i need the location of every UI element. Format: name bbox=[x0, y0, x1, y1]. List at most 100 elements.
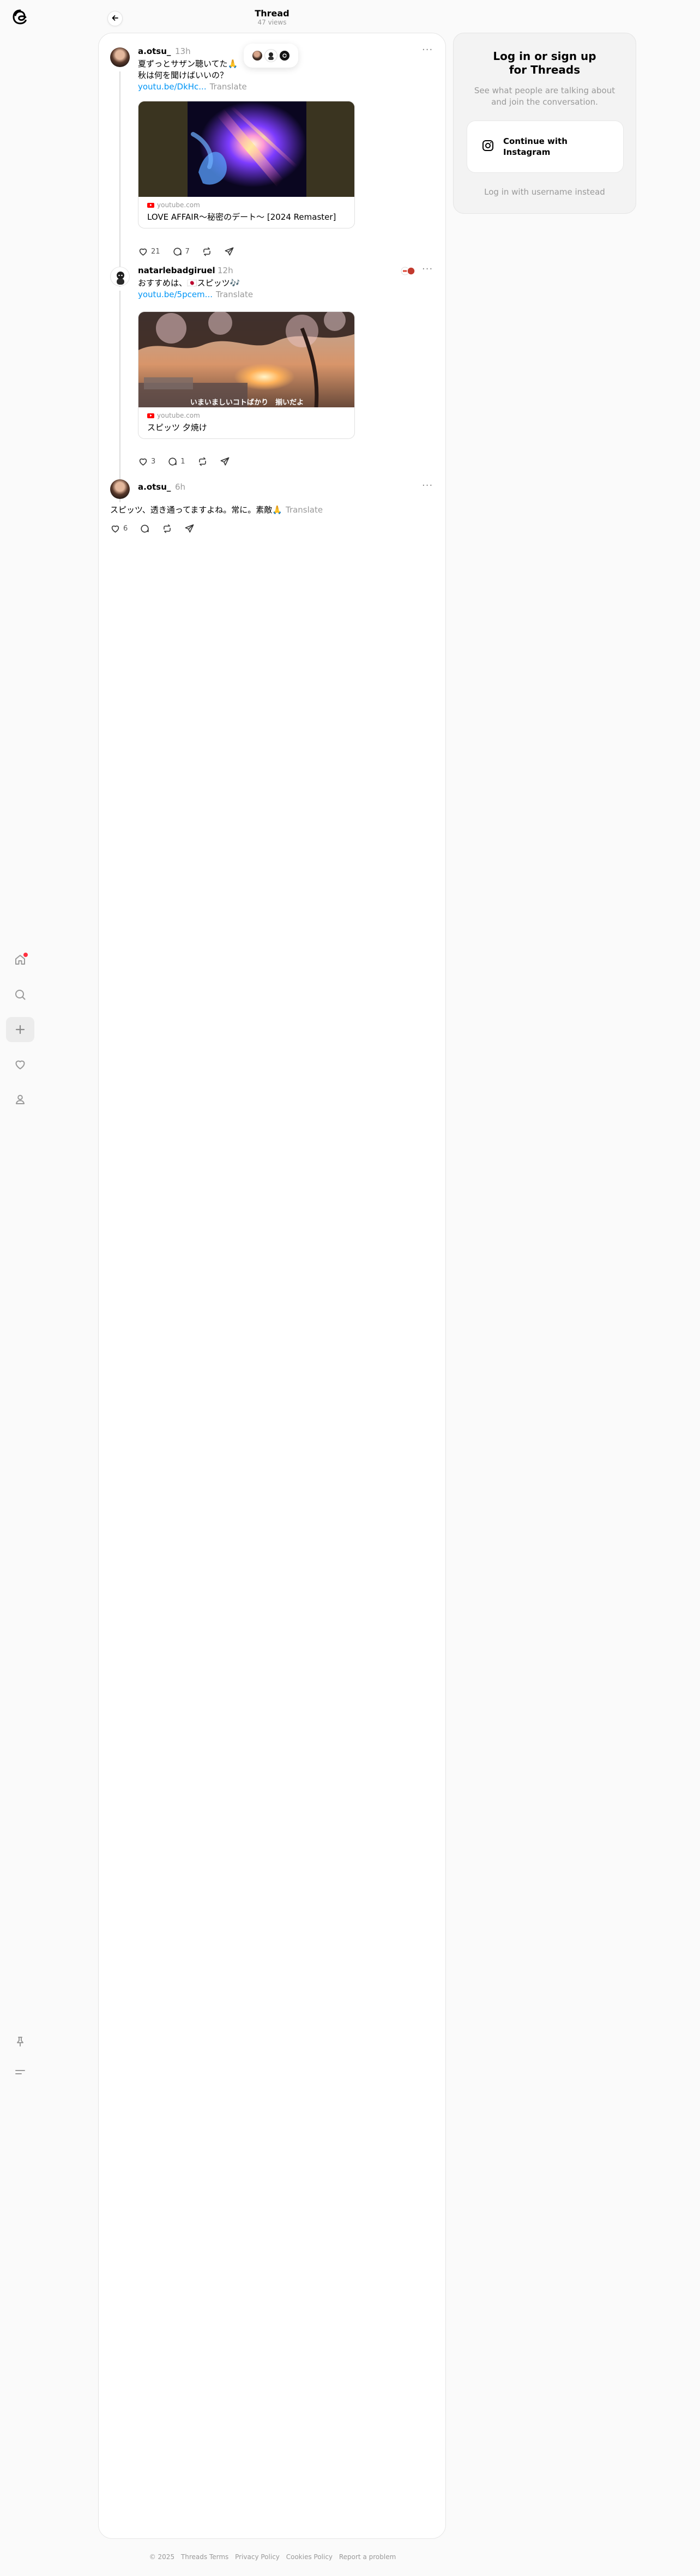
comment-icon bbox=[167, 456, 178, 467]
left-nav-rail bbox=[0, 0, 41, 2576]
heart-icon bbox=[138, 456, 148, 467]
post-time[interactable]: 13h bbox=[175, 46, 191, 56]
footer-link-report[interactable]: Report a problem bbox=[339, 2553, 396, 2561]
view-count: 47 views bbox=[257, 19, 287, 26]
post-actions: 3 1 bbox=[138, 456, 242, 467]
nav-activity-button[interactable] bbox=[6, 1052, 34, 1077]
post-text-line: 秋は何を聞けばいいの？ bbox=[138, 70, 228, 80]
repost-button[interactable] bbox=[202, 246, 212, 257]
footer-link-cookies[interactable]: Cookies Policy bbox=[286, 2553, 333, 2561]
login-panel: Log in or sign up for Threads See what p… bbox=[453, 33, 636, 214]
nav-profile-button[interactable] bbox=[6, 1087, 34, 1112]
translate-link[interactable]: Translate bbox=[210, 82, 247, 92]
instagram-icon bbox=[481, 139, 494, 154]
like-count: 6 bbox=[123, 525, 128, 533]
thumbnail-caption: いまいましいコトばかり 揃いだよ bbox=[190, 398, 304, 407]
nav-create-button[interactable] bbox=[6, 1017, 34, 1042]
translate-link[interactable]: Translate bbox=[286, 505, 323, 515]
repost-icon bbox=[202, 246, 212, 257]
reply-count: 7 bbox=[185, 248, 190, 256]
login-subtitle: See what people are talking about and jo… bbox=[474, 86, 615, 107]
nav-search-button[interactable] bbox=[6, 982, 34, 1007]
menu-button[interactable] bbox=[6, 2060, 34, 2085]
heart-icon bbox=[14, 1058, 27, 1071]
youtube-icon bbox=[147, 202, 154, 208]
repost-icon bbox=[162, 523, 172, 534]
like-count: 3 bbox=[151, 458, 156, 466]
post-time[interactable]: 6h bbox=[175, 482, 185, 492]
reply-button[interactable]: 1 bbox=[167, 456, 185, 467]
create-icon bbox=[14, 1023, 27, 1036]
video-thumbnail: いまいましいコトばかり 揃いだよ bbox=[138, 312, 354, 407]
post-username[interactable]: a.otsu_ bbox=[138, 46, 171, 56]
link-title: スピッツ 夕焼け bbox=[147, 423, 207, 432]
translate-link[interactable]: Translate bbox=[216, 290, 253, 299]
heart-icon bbox=[110, 523, 120, 534]
participants-pill[interactable] bbox=[244, 44, 298, 68]
link-site: youtube.com bbox=[147, 201, 346, 209]
youtube-icon bbox=[147, 413, 154, 418]
share-button[interactable] bbox=[220, 456, 230, 467]
thread-card: a.otsu_ 13h ··· 夏ずっとサザン聴いてた🙏 秋は何を聞けばいいの？… bbox=[98, 33, 446, 2539]
more-icon[interactable]: ··· bbox=[422, 263, 433, 275]
post-link[interactable]: youtu.be/5pcem... bbox=[138, 290, 213, 299]
thread-connector bbox=[119, 291, 120, 502]
share-icon bbox=[220, 456, 230, 467]
instagram-button-label: Continue with Instagram bbox=[503, 136, 568, 157]
share-button[interactable] bbox=[224, 246, 234, 257]
post-time[interactable]: 12h bbox=[218, 266, 233, 275]
comment-icon bbox=[140, 523, 150, 534]
nav-home-button[interactable] bbox=[6, 947, 34, 972]
link-preview-card[interactable]: いまいましいコトばかり 揃いだよ youtube.com スピッツ 夕焼け bbox=[138, 311, 355, 439]
page-title: Thread bbox=[255, 8, 289, 19]
search-icon bbox=[14, 988, 27, 1001]
share-icon bbox=[184, 523, 195, 534]
share-icon bbox=[224, 246, 234, 257]
post-text-row: スピッツ、透き通ってますよね。常に。素敵🙏 Translate bbox=[110, 504, 323, 516]
reply-button[interactable] bbox=[140, 523, 150, 534]
pin-icon bbox=[14, 2035, 27, 2048]
avatar[interactable] bbox=[110, 47, 130, 67]
share-button[interactable] bbox=[184, 523, 195, 534]
notification-dot bbox=[23, 953, 28, 957]
login-username-link[interactable]: Log in with username instead bbox=[454, 187, 636, 197]
liked-by-avatars[interactable] bbox=[400, 266, 417, 276]
copyright: © 2025 bbox=[149, 2553, 175, 2561]
post-text: スピッツ、透き通ってますよね。常に。素敵🙏 bbox=[110, 505, 282, 515]
thread-connector bbox=[119, 71, 120, 287]
post-link-row: youtu.be/DkHc... Translate bbox=[138, 81, 247, 93]
like-button[interactable]: 3 bbox=[138, 456, 155, 467]
footer-link-terms[interactable]: Threads Terms bbox=[181, 2553, 228, 2561]
post-link-row: youtu.be/5pcem... Translate bbox=[138, 289, 253, 300]
menu-icon bbox=[14, 2066, 27, 2079]
more-icon[interactable]: ··· bbox=[422, 480, 433, 491]
reply-button[interactable]: 7 bbox=[172, 246, 190, 257]
link-preview-card[interactable]: youtube.com LOVE AFFAIR〜秘密のデート〜 [2024 Re… bbox=[138, 101, 355, 228]
post-text-line: おすすめは、🇯🇵スピッツ🎶 bbox=[138, 278, 240, 288]
like-button[interactable]: 21 bbox=[138, 246, 160, 257]
post-link[interactable]: youtu.be/DkHc... bbox=[138, 82, 207, 92]
repost-button[interactable] bbox=[162, 523, 172, 534]
avatar[interactable] bbox=[110, 267, 130, 286]
post-actions: 6 bbox=[110, 523, 207, 534]
like-count: 21 bbox=[151, 248, 160, 256]
more-icon[interactable]: ··· bbox=[422, 44, 433, 56]
reply-count: 1 bbox=[180, 458, 185, 466]
footer-link-privacy[interactable]: Privacy Policy bbox=[235, 2553, 280, 2561]
thread-header: Thread 47 views bbox=[98, 3, 446, 31]
continue-with-instagram-button[interactable]: Continue with Instagram bbox=[467, 121, 624, 173]
repost-button[interactable] bbox=[197, 456, 208, 467]
threads-logo-icon[interactable] bbox=[11, 7, 29, 27]
post-actions: 21 7 bbox=[138, 246, 246, 257]
post-username[interactable]: natarlebadgiruel bbox=[138, 266, 215, 275]
pin-button[interactable] bbox=[6, 2029, 34, 2054]
login-title: Log in or sign up for Threads bbox=[493, 50, 596, 76]
link-title: LOVE AFFAIR〜秘密のデート〜 [2024 Remaster] bbox=[147, 212, 336, 222]
post-username[interactable]: a.otsu_ bbox=[138, 482, 171, 492]
threads-logo-icon bbox=[279, 50, 291, 62]
repost-icon bbox=[197, 456, 208, 467]
heart-icon bbox=[138, 246, 148, 257]
comment-icon bbox=[172, 246, 183, 257]
avatar[interactable] bbox=[110, 479, 130, 499]
like-button[interactable]: 6 bbox=[110, 523, 128, 534]
